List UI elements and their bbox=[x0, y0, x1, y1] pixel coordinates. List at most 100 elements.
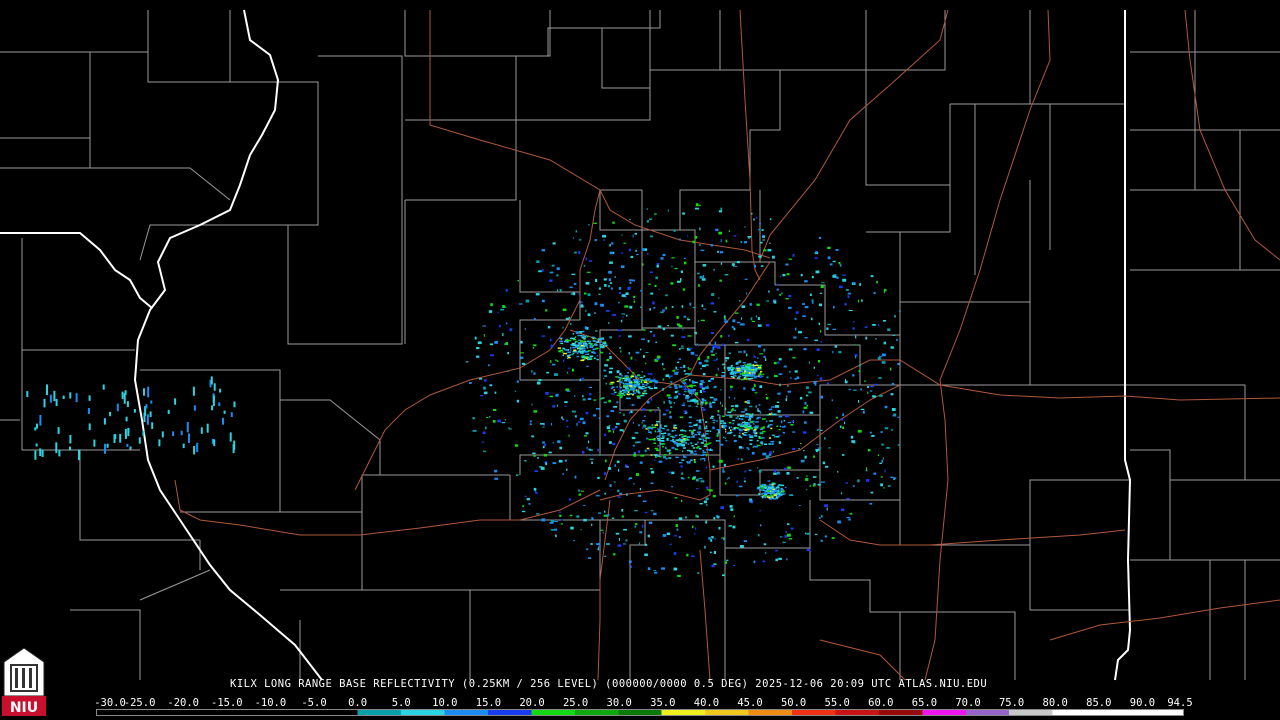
radar-echo-core bbox=[687, 462, 691, 464]
radar-echo bbox=[576, 422, 578, 426]
radar-echo-core bbox=[758, 404, 761, 406]
radar-echo bbox=[665, 306, 667, 310]
radar-echo bbox=[677, 574, 681, 577]
radar-echo-core bbox=[562, 354, 564, 357]
radar-echo bbox=[684, 257, 686, 259]
radar-echo bbox=[621, 234, 623, 236]
radar-echo bbox=[587, 397, 592, 400]
radar-echo bbox=[804, 455, 807, 459]
radar-echo bbox=[545, 462, 547, 466]
radar-echo bbox=[106, 443, 109, 448]
radar-echo bbox=[182, 443, 185, 449]
radar-echo bbox=[568, 498, 572, 501]
radar-echo bbox=[590, 454, 593, 456]
radar-echo bbox=[691, 380, 695, 384]
radar-echo bbox=[671, 381, 673, 384]
radar-echo bbox=[698, 477, 703, 480]
radar-echo bbox=[604, 459, 607, 463]
radar-echo bbox=[844, 303, 847, 306]
radar-echo bbox=[556, 267, 560, 270]
radar-echo-core bbox=[595, 347, 599, 350]
radar-echo bbox=[819, 292, 823, 294]
scale-label: 55.0 bbox=[824, 697, 850, 709]
radar-echo bbox=[762, 560, 766, 563]
radar-echo bbox=[589, 449, 593, 451]
radar-echo bbox=[660, 257, 664, 260]
radar-echo-core bbox=[775, 436, 780, 438]
radar-echo bbox=[758, 229, 760, 231]
radar-echo bbox=[58, 449, 61, 457]
radar-echo bbox=[688, 373, 692, 376]
radar-echo bbox=[682, 288, 686, 291]
radar-echo bbox=[683, 391, 687, 393]
radar-echo bbox=[740, 241, 743, 244]
radar-echo bbox=[724, 318, 727, 321]
radar-echo-core bbox=[783, 420, 786, 422]
radar-echo bbox=[641, 524, 644, 528]
radar-echo bbox=[604, 492, 606, 495]
niu-logo: NIU bbox=[2, 647, 46, 716]
radar-echo-core bbox=[673, 426, 676, 428]
radar-echo-core bbox=[735, 417, 738, 419]
radar-echo-core bbox=[694, 433, 698, 436]
radar-echo bbox=[88, 395, 91, 401]
radar-echo bbox=[584, 435, 587, 437]
radar-echo bbox=[785, 298, 789, 300]
radar-echo bbox=[848, 309, 853, 311]
radar-echo bbox=[891, 408, 896, 411]
radar-echo-core bbox=[624, 379, 628, 382]
radar-echo bbox=[813, 380, 817, 384]
radar-echo bbox=[568, 316, 571, 319]
radar-echo bbox=[550, 519, 555, 523]
radar-echo bbox=[509, 328, 513, 331]
radar-echo-core bbox=[759, 428, 764, 431]
radar-echo-core bbox=[709, 430, 712, 432]
radar-echo bbox=[630, 565, 632, 569]
radar-echo bbox=[550, 423, 553, 426]
radar-echo bbox=[609, 251, 614, 255]
radar-echo bbox=[767, 248, 772, 252]
radar-echo bbox=[709, 402, 712, 405]
radar-echo bbox=[109, 411, 112, 417]
radar-echo bbox=[556, 289, 559, 292]
radar-echo-core bbox=[746, 423, 751, 425]
radar-echo bbox=[708, 342, 711, 345]
radar-echo bbox=[852, 327, 855, 330]
radar-echo bbox=[669, 411, 671, 414]
radar-echo-core bbox=[744, 424, 747, 427]
radar-echo bbox=[650, 271, 653, 273]
radar-echo-core bbox=[753, 445, 756, 448]
radar-echo bbox=[846, 289, 849, 291]
radar-echo bbox=[702, 399, 707, 402]
radar-echo-core bbox=[772, 414, 776, 416]
radar-echo bbox=[703, 275, 705, 279]
radar-echo bbox=[787, 533, 791, 537]
radar-echo-core bbox=[579, 348, 582, 351]
radar-echo bbox=[761, 375, 764, 377]
radar-echo bbox=[710, 302, 715, 305]
radar-echo bbox=[711, 354, 715, 356]
radar-echo bbox=[712, 347, 715, 351]
radar-echo bbox=[769, 218, 772, 221]
radar-echo bbox=[572, 410, 576, 413]
radar-echo bbox=[620, 319, 623, 323]
radar-echo-core bbox=[768, 490, 771, 492]
radar-echo bbox=[681, 499, 683, 502]
radar-echo-core bbox=[642, 383, 645, 386]
radar-echo-core bbox=[645, 389, 647, 392]
radar-echo-core bbox=[755, 425, 759, 427]
radar-echo bbox=[643, 424, 647, 428]
radar-echo-core bbox=[782, 432, 785, 434]
radar-echo bbox=[826, 327, 829, 330]
radar-echo bbox=[799, 505, 801, 506]
radar-echo bbox=[602, 532, 604, 534]
radar-echo bbox=[687, 476, 690, 479]
radar-echo bbox=[816, 348, 820, 351]
radar-echo-core bbox=[626, 393, 630, 396]
radar-echo bbox=[857, 479, 860, 483]
radar-echo bbox=[116, 403, 119, 412]
radar-echo-core bbox=[578, 331, 583, 333]
radar-echo-core bbox=[657, 431, 659, 433]
radar-echo bbox=[705, 497, 709, 501]
radar-echo bbox=[736, 494, 739, 497]
